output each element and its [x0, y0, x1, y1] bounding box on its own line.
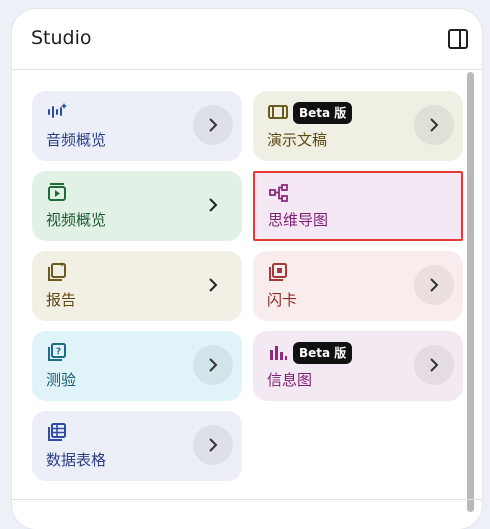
quiz-icon: ? — [48, 343, 66, 361]
beta-badge: Beta 版 — [293, 102, 353, 124]
card-audio-overview[interactable]: 音频概览 — [32, 91, 242, 161]
open-quiz-button[interactable] — [193, 345, 233, 385]
card-label: 信息图 — [267, 371, 313, 389]
chevron-right-icon — [209, 118, 218, 132]
card-label: 思维导图 — [268, 211, 329, 229]
data-table-icon — [48, 423, 66, 441]
card-label: 闪卡 — [267, 291, 298, 309]
chevron-right-icon — [430, 118, 439, 132]
chevron-right-icon — [430, 358, 439, 372]
svg-text:?: ? — [56, 347, 61, 357]
slides-icon — [268, 105, 288, 119]
chevron-right-icon — [209, 438, 218, 452]
card-data-table[interactable]: 数据表格 — [32, 411, 242, 481]
card-label: 数据表格 — [46, 451, 107, 469]
scrollbar[interactable] — [467, 72, 474, 512]
open-audio-overview-button[interactable] — [193, 105, 233, 145]
card-flashcards[interactable]: 闪卡 — [253, 251, 463, 321]
chevron-right-icon — [209, 278, 218, 292]
card-mind-map[interactable]: 思维导图 — [253, 171, 463, 241]
sidebar-toggle-button[interactable] — [445, 26, 471, 52]
flashcards-icon — [269, 263, 287, 281]
card-video-overview[interactable]: 视频概览 — [32, 171, 242, 241]
audio-waveform-icon — [48, 103, 67, 118]
infographic-icon — [270, 346, 287, 360]
card-label: 报告 — [46, 291, 77, 309]
divider — [12, 499, 482, 500]
report-icon — [48, 262, 66, 281]
card-infographic[interactable]: Beta 版 信息图 — [253, 331, 463, 401]
open-flashcards-button[interactable] — [414, 265, 454, 305]
open-infographic-button[interactable] — [414, 345, 454, 385]
mind-map-icon — [269, 184, 288, 202]
open-report-button[interactable] — [193, 265, 233, 305]
open-data-table-button[interactable] — [193, 425, 233, 465]
card-label: 视频概览 — [46, 211, 107, 229]
card-label: 演示文稿 — [267, 131, 328, 149]
studio-header: Studio — [12, 9, 482, 70]
card-report[interactable]: 报告 — [32, 251, 242, 321]
panel-title: Studio — [31, 27, 92, 49]
open-slides-button[interactable] — [414, 105, 454, 145]
chevron-right-icon — [430, 278, 439, 292]
chevron-right-icon — [209, 198, 218, 212]
card-label: 音频概览 — [46, 131, 107, 149]
card-label: 测验 — [46, 371, 77, 389]
chevron-right-icon — [209, 358, 218, 372]
beta-badge: Beta 版 — [293, 342, 353, 364]
card-quiz[interactable]: ? 测验 — [32, 331, 242, 401]
sidebar-toggle-icon — [448, 29, 468, 49]
open-video-overview-button[interactable] — [193, 185, 233, 225]
video-play-icon — [48, 183, 66, 201]
studio-panel: Studio 音频概览 Beta 版 演示文稿 视频概览 思维导图 报告 闪卡 … — [12, 9, 482, 529]
card-slides[interactable]: Beta 版 演示文稿 — [253, 91, 463, 161]
